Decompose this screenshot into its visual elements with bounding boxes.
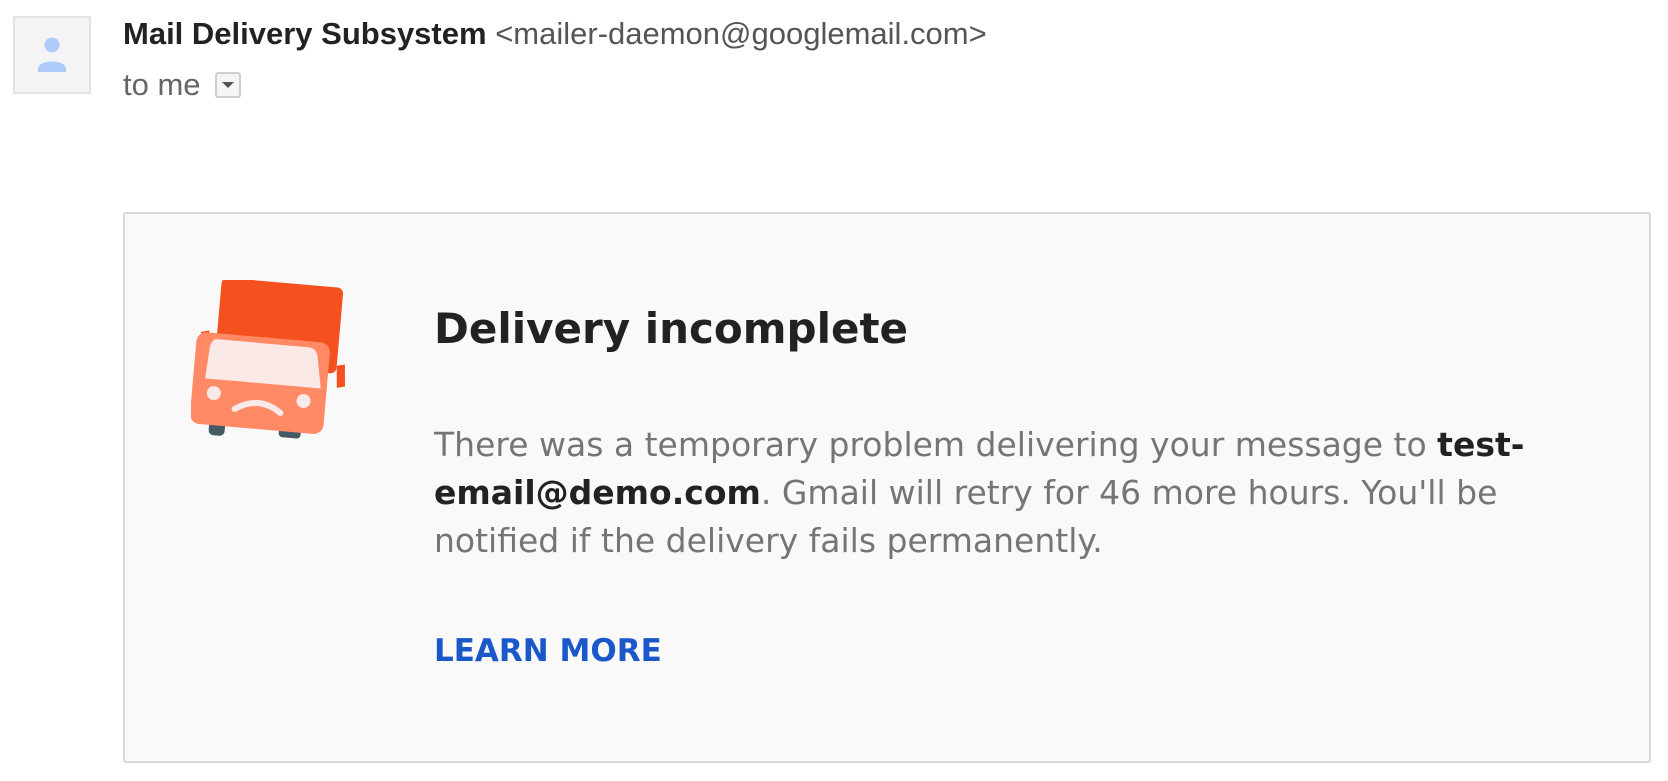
sender-avatar (13, 16, 91, 94)
recipient-line: to me (123, 67, 241, 103)
notice-message: There was a temporary problem delivering… (434, 421, 1584, 565)
sad-truck-icon (191, 280, 345, 439)
recipient-label: to me (123, 67, 201, 102)
sender-name[interactable]: Mail Delivery Subsystem (123, 16, 487, 51)
person-icon (38, 37, 66, 72)
notice-message-start: There was a temporary problem delivering… (434, 425, 1438, 464)
dropdown-arrow-icon (221, 82, 234, 88)
show-details-button[interactable] (214, 72, 241, 98)
learn-more-link[interactable]: LEARN MORE (434, 631, 662, 671)
delivery-notice-card: Delivery incomplete There was a temporar… (123, 212, 1651, 763)
sender-line: Mail Delivery Subsystem <mailer-daemon@g… (123, 16, 987, 52)
notice-title: Delivery incomplete (434, 304, 909, 353)
sender-email: <mailer-daemon@googlemail.com> (495, 16, 987, 51)
